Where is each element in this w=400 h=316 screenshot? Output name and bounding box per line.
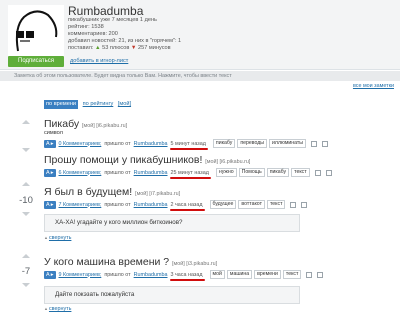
post-title[interactable]: У кого машина времени ? [мой] [i3.pikabu… (44, 256, 217, 268)
upvote-icon[interactable] (22, 182, 30, 186)
post-title[interactable]: Пикабу [мой] [i6.pikabu.ru] (44, 118, 127, 130)
sent-from-label: пришло от (104, 271, 131, 278)
sent-from-label: пришло от (104, 169, 131, 176)
add-comment-button[interactable]: A ▸ (44, 270, 56, 279)
user-note[interactable]: Заметка об этом пользователе. Будет видн… (0, 71, 400, 81)
post-rating: -7 (21, 266, 31, 277)
posts-count: добавил новостей: 21, из них в "горячем"… (68, 38, 182, 44)
comment: Дайте покэзать пожалуйста (44, 286, 300, 304)
post-rating: -10 (19, 195, 33, 206)
post-title-text[interactable]: Я был в будущем! (44, 186, 132, 198)
subscribe-button[interactable]: Подписаться (8, 56, 64, 67)
post-title-text[interactable]: Прошу помощи у пикабушников! (44, 154, 202, 166)
all-notes-link[interactable]: все мои заметки (353, 83, 394, 89)
post-title[interactable]: Прошу помощи у пикабушников! [мой] [i6.p… (44, 154, 250, 166)
add-comment-button[interactable]: A ▸ (44, 139, 56, 148)
post-info-row: A ▸ 6 Комментариев; пришло от Rumbadumba… (44, 168, 332, 179)
upvote-icon[interactable] (22, 120, 30, 124)
comments-link[interactable]: 6 Комментариев; (59, 170, 102, 176)
ratings-given: поставил: ▲ 53 плюсов ▼ 257 минусов (68, 45, 171, 52)
share-icon[interactable] (317, 271, 324, 278)
post-title-text[interactable]: Пикабу (44, 118, 79, 130)
thumbs-up-icon: ▲ (95, 45, 101, 51)
tag[interactable]: пикабу (212, 139, 236, 148)
post-body: символ (44, 130, 63, 136)
on-site-duration: пикабушник уже 7 месяцев 1 день (68, 17, 157, 23)
collapse-link[interactable]: свернуть (44, 235, 71, 241)
post-meta: [мой] [i6.pikabu.ru] (205, 159, 251, 165)
downvote-icon[interactable] (22, 212, 30, 216)
downvote-icon[interactable] (22, 148, 30, 152)
username: Rumbadumba (68, 4, 144, 18)
ratings-given-label: поставил: (68, 45, 96, 51)
post-info-row: A ▸ 0 Комментариев; пришло от Rumbadumba… (44, 139, 329, 150)
author-link[interactable]: Rumbadumba (134, 202, 168, 208)
comment: ХА-ХА! угадайте у кого миллион биткоинов… (44, 214, 300, 232)
comments-count: комментариев: 200 (68, 31, 118, 37)
tag[interactable]: текст (266, 200, 286, 209)
tab-mine[interactable]: [мой] (118, 101, 131, 107)
tag[interactable]: воттакот (238, 200, 265, 209)
tag[interactable]: пикабу (266, 168, 290, 177)
tag[interactable]: машина (226, 270, 253, 279)
save-icon[interactable] (311, 140, 318, 147)
author-link[interactable]: Rumbadumba (134, 170, 168, 176)
tag-list: мой машина времени текст (209, 270, 302, 279)
comments-link[interactable]: 9 Комментариев; (59, 272, 102, 278)
share-icon[interactable] (322, 140, 329, 147)
post-time: 5 минут назад (169, 140, 209, 150)
save-icon[interactable] (314, 169, 321, 176)
post-time: 3 часа назад (169, 271, 205, 281)
author-link[interactable]: Rumbadumba (134, 141, 168, 147)
minuses-count: 257 минусов (138, 45, 171, 51)
comments-link[interactable]: 7 Комментариев; (59, 202, 102, 208)
tag[interactable]: мой (209, 270, 225, 279)
post-title[interactable]: Я был в будущем! [мой] [i7.pikabu.ru] (44, 186, 180, 198)
tag[interactable]: нужно (215, 168, 237, 177)
collapse-link[interactable]: свернуть (44, 306, 71, 312)
post-title-text[interactable]: У кого машина времени ? (44, 256, 169, 268)
post-time: 25 минут назад (169, 169, 212, 179)
tag[interactable]: будущее (209, 200, 237, 209)
post-info-row: A ▸ 7 Комментариев; пришло от Rumbadumba… (44, 200, 308, 211)
tab-by-time[interactable]: по времени (44, 100, 79, 109)
tag-list: нужно Помощь пикабу текст (215, 168, 310, 177)
tag[interactable]: Помощь (238, 168, 265, 177)
sent-from-label: пришло от (104, 201, 131, 208)
sent-from-label: пришло от (104, 140, 131, 147)
post-meta: [мой] [i3.pikabu.ru] (172, 261, 218, 267)
tab-by-rating[interactable]: по рейтингу (83, 101, 114, 107)
avatar[interactable] (8, 5, 64, 58)
add-comment-button[interactable]: A ▸ (44, 168, 56, 177)
author-link[interactable]: Rumbadumba (134, 272, 168, 278)
save-icon[interactable] (290, 201, 297, 208)
tag-list: будущее воттакот текст (209, 200, 286, 209)
sort-tabs: по времени по рейтингу [мой] (44, 100, 131, 109)
user-rating: рейтинг: 1538 (68, 24, 104, 30)
post-meta: [мой] [i6.pikabu.ru] (82, 123, 128, 129)
tag[interactable]: текст (291, 168, 310, 177)
post-meta: [мой] [i7.pikabu.ru] (135, 191, 181, 197)
avatar-icon (15, 10, 58, 52)
comments-link[interactable]: 0 Комментариев; (59, 141, 102, 147)
share-icon[interactable] (325, 169, 332, 176)
downvote-icon[interactable] (22, 283, 30, 287)
upvote-icon[interactable] (22, 254, 30, 258)
save-icon[interactable] (306, 271, 313, 278)
thumbs-down-icon: ▼ (130, 45, 137, 51)
share-icon[interactable] (301, 201, 308, 208)
ignore-list-link[interactable]: добавить в игнор-лист (70, 58, 128, 64)
profile-header: Подписаться Rumbadumba пикабушник уже 7 … (0, 0, 400, 70)
pluses-count: 53 плюсов (102, 45, 130, 51)
tag[interactable]: текст (282, 270, 302, 279)
tag-list: пикабу переводы иллюминаты (212, 139, 307, 148)
tag[interactable]: переводы (237, 139, 268, 148)
post-time: 2 часа назад (169, 201, 205, 211)
add-comment-button[interactable]: A ▸ (44, 200, 56, 209)
tag[interactable]: иллюминаты (269, 139, 307, 148)
tag[interactable]: времени (254, 270, 281, 279)
post-info-row: A ▸ 9 Комментариев; пришло от Rumbadumba… (44, 270, 324, 281)
